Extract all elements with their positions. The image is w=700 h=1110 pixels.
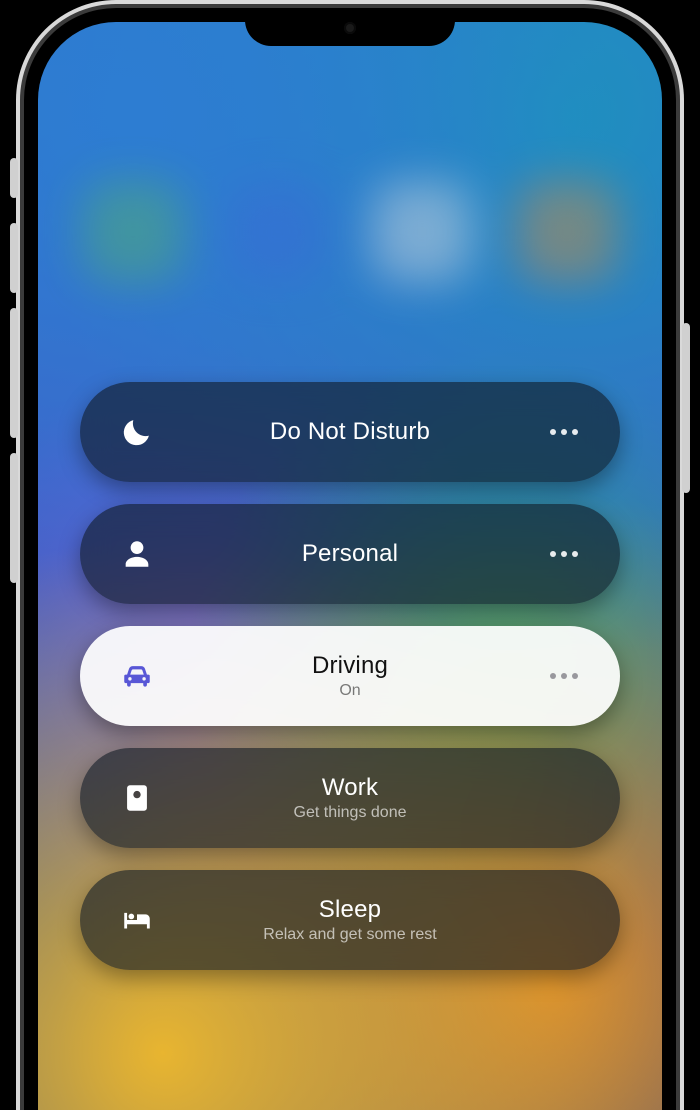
car-icon <box>114 659 160 693</box>
focus-item-driving[interactable]: Driving On <box>80 626 620 726</box>
focus-item-title: Do Not Disturb <box>270 418 430 446</box>
volume-down-button <box>10 308 18 438</box>
focus-item-work[interactable]: Work Get things done <box>80 748 620 848</box>
person-icon <box>114 537 160 571</box>
focus-item-personal[interactable]: Personal <box>80 504 620 604</box>
side-power-button <box>682 323 690 493</box>
focus-item-subtitle: Relax and get some rest <box>263 926 436 944</box>
more-options-button[interactable] <box>542 654 586 698</box>
volume-down-button-2 <box>10 453 18 583</box>
focus-item-title: Sleep <box>319 896 381 924</box>
more-options-button[interactable] <box>542 532 586 576</box>
focus-item-title: Driving <box>312 652 388 680</box>
bed-icon <box>114 903 160 937</box>
focus-item-subtitle: Get things done <box>294 804 407 822</box>
blurred-app-icons <box>38 182 662 282</box>
focus-item-subtitle: On <box>339 682 360 700</box>
moon-icon <box>114 415 160 449</box>
focus-item-sleep[interactable]: Sleep Relax and get some rest <box>80 870 620 970</box>
badge-icon <box>114 781 160 815</box>
mute-switch <box>10 158 18 198</box>
focus-mode-list: Do Not Disturb Personal <box>80 382 620 970</box>
focus-item-title: Personal <box>302 540 398 568</box>
focus-item-title: Work <box>322 774 378 802</box>
more-options-button[interactable] <box>542 410 586 454</box>
focus-item-dnd[interactable]: Do Not Disturb <box>80 382 620 482</box>
volume-up-button <box>10 223 18 293</box>
phone-frame: Do Not Disturb Personal <box>24 8 676 1110</box>
phone-screen: Do Not Disturb Personal <box>38 22 662 1110</box>
display-notch <box>245 8 455 46</box>
